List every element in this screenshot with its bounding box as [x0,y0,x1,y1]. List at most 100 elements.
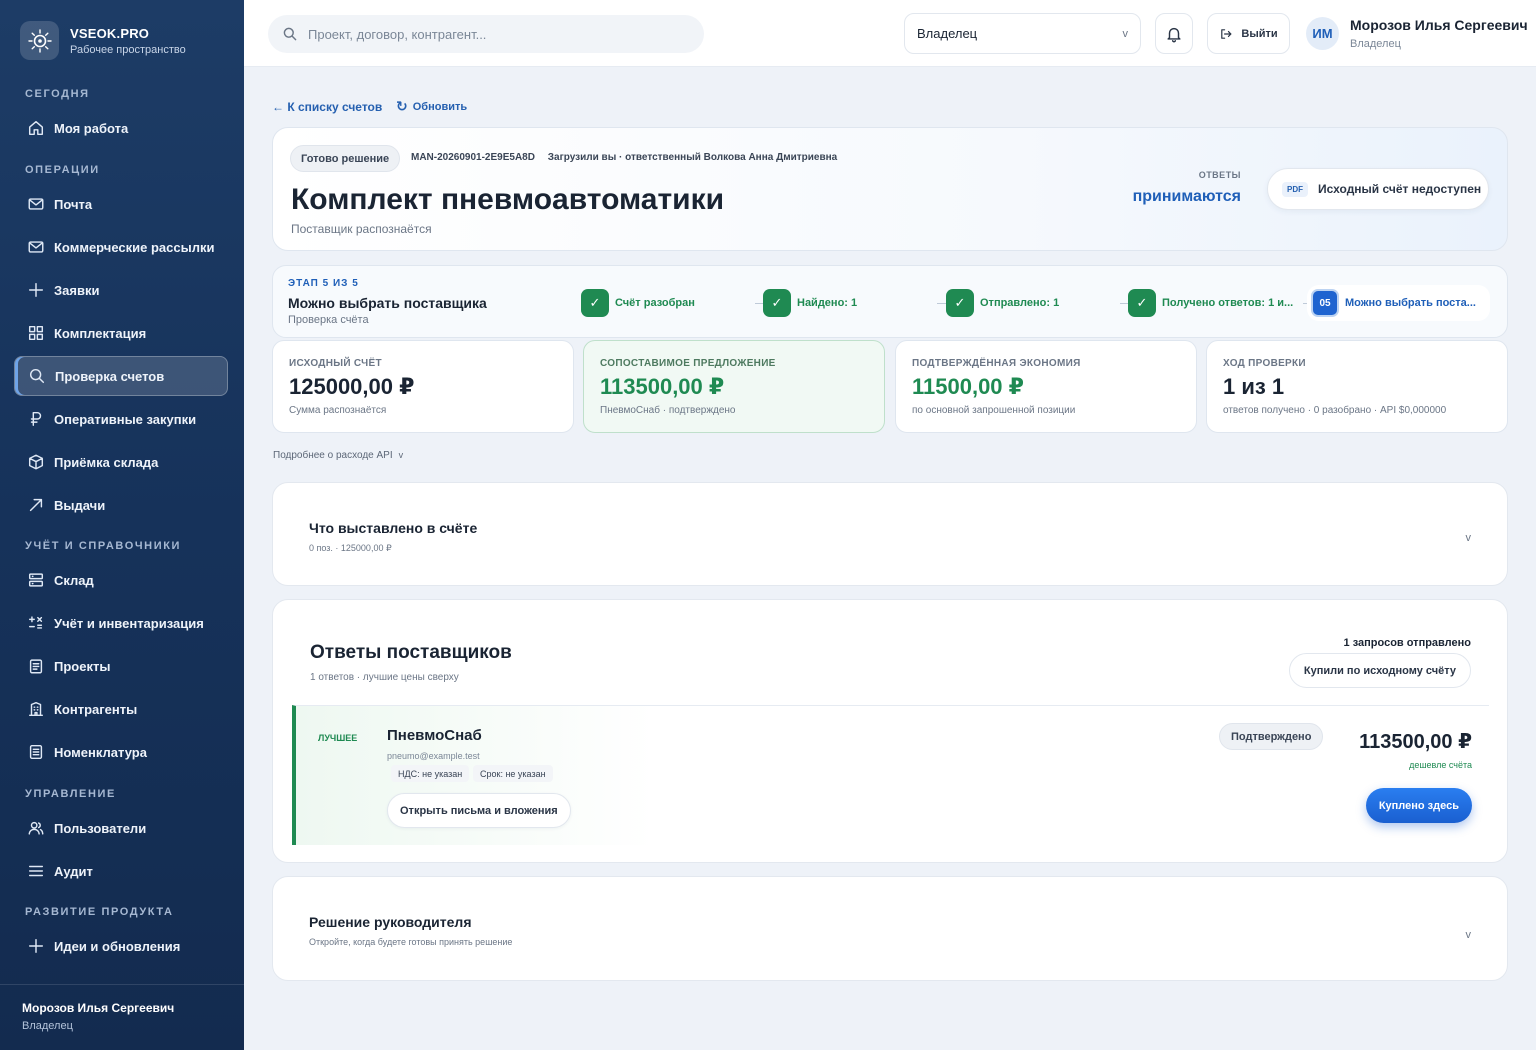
metric-confirmed-savings: ПОДТВЕРЖДЁННАЯ ЭКОНОМИЯ 11500,00 ₽ по ос… [895,340,1197,433]
term-chip: Срок: не указан [473,765,553,782]
manager-decision-panel[interactable]: Решение руководителя Откройте, когда буд… [272,876,1508,981]
step-3[interactable]: ✓ Отправлено: 1 [946,289,1059,317]
stage-title: Можно выбрать поставщика [288,295,487,311]
search-box[interactable] [268,15,704,53]
supplier-responses-panel: Ответы поставщиков 1 ответов · лучшие це… [272,599,1508,863]
sidebar-item-mail[interactable]: Почта [14,184,228,224]
sidebar-item-counterparties[interactable]: Контрагенты [14,689,228,729]
sidebar-item-label: Выдачи [54,497,106,513]
open-mail-button[interactable]: Открыть письма и вложения [387,793,571,828]
check-icon: ✓ [763,289,791,317]
chevron-down-icon[interactable]: v [1466,532,1472,544]
stage-subtitle: Проверка счёта [288,314,369,326]
sidebar-item-issues[interactable]: Выдачи [14,485,228,525]
sidebar-item-ideas[interactable]: Идеи и обновления [14,926,228,966]
grid-icon [26,323,46,343]
logout-button[interactable]: Выйти [1207,13,1290,54]
back-to-invoices-link[interactable]: ← К списку счетов [272,100,382,114]
avatar[interactable]: ИМ [1306,17,1339,50]
sidebar-item-requests[interactable]: Заявки [14,270,228,310]
chevron-down-icon: v [1122,27,1129,40]
vat-chip: НДС: не указан [391,765,470,782]
sidebar-item-warehouse-receipt[interactable]: Приёмка склада [14,442,228,482]
step-4[interactable]: ✓ Получено ответов: 1 и... [1128,289,1293,317]
sidebar-user[interactable]: Морозов Илья Сергеевич Владелец [0,984,244,1048]
sidebar-item-nomenclature[interactable]: Номенклатура [14,732,228,772]
stage-label: ЭТАП 5 ИЗ 5 [288,278,359,289]
bought-here-button[interactable]: Куплено здесь [1365,788,1472,823]
sidebar-item-kitting[interactable]: Комплектация [14,313,228,353]
check-icon: ✓ [581,289,609,317]
api-usage-label: Подробнее о расходе API [273,450,393,461]
metric-value: 11500,00 ₽ [912,374,1024,399]
supplier-row: ЛУЧШЕЕ ПневмоСнаб pneumo@example.test НД… [292,705,1489,845]
sidebar: VSEOK.PRO Рабочее пространство СЕГОДНЯ М… [0,0,244,1050]
sidebar-item-quick-purchases[interactable]: Оперативные закупки [14,399,228,439]
users-icon [26,818,46,838]
box-icon [26,452,46,472]
section-product: РАЗВИТИЕ ПРОДУКТА [25,906,174,918]
invoice-code: MAN-20260901-2E9E5A8D [411,152,535,163]
best-badge: ЛУЧШЕЕ [318,733,358,743]
metric-original-invoice: ИСХОДНЫЙ СЧЁТ 125000,00 ₽ Сумма распозна… [272,340,574,433]
step-label: Отправлено: 1 [980,297,1060,309]
pdf-icon: PDF [1282,181,1308,197]
sidebar-item-label: Проекты [54,658,111,674]
role-select[interactable]: Владелец v [904,13,1141,54]
api-usage-toggle[interactable]: Подробнее о расходе API v [273,450,403,461]
answers-label: ОТВЕТЫ [1198,170,1241,180]
supplier-email: pneumo@example.test [387,751,480,761]
bought-original-button[interactable]: Купили по исходному счёту [1288,653,1471,688]
refresh-button[interactable]: ↻ Обновить [396,98,467,115]
sidebar-item-my-work[interactable]: Моя работа [14,108,228,148]
step-1[interactable]: ✓ Счёт разобран [581,289,695,317]
section-operations: ОПЕРАЦИИ [25,164,100,176]
page-subtitle: Поставщик распознаётся [291,222,432,236]
metric-value: 125000,00 ₽ [289,374,415,399]
sidebar-item-audit[interactable]: Аудит [14,851,228,891]
step-number: 05 [1311,289,1339,317]
user-info[interactable]: Морозов Илья Сергеевич Владелец [1350,17,1528,50]
sidebar-item-newsletters[interactable]: Коммерческие рассылки [14,227,228,267]
sidebar-item-inventory[interactable]: Учёт и инвентаризация [14,603,228,643]
sidebar-item-warehouse[interactable]: Склад [14,560,228,600]
metric-label: СОПОСТАВИМОЕ ПРЕДЛОЖЕНИЕ [600,358,776,369]
home-icon [26,118,46,138]
search-input[interactable] [308,26,688,42]
invoice-items-panel[interactable]: Что выставлено в счёте 0 поз. · 125000,0… [272,482,1508,586]
metric-label: ПОДТВЕРЖДЁННАЯ ЭКОНОМИЯ [912,358,1081,369]
status-badge: Готово решение [290,145,401,172]
sidebar-item-invoice-check[interactable]: Проверка счетов [14,356,228,396]
section-accounting: УЧЁТ И СПРАВОЧНИКИ [25,540,182,552]
brand[interactable]: VSEOK.PRO Рабочее пространство [20,21,186,60]
supplier-price: 113500,00 ₽ [1359,731,1472,753]
responses-title: Ответы поставщиков [310,642,512,663]
logout-icon [1221,28,1232,39]
notifications-button[interactable] [1155,13,1193,54]
user-name: Морозов Илья Сергеевич [1350,17,1528,33]
answers-status: принимаются [1132,188,1241,205]
chevron-down-icon[interactable]: v [1466,929,1472,941]
mail-icon [26,237,46,257]
step-2[interactable]: ✓ Найдено: 1 [763,289,857,317]
calculator-icon [26,613,46,633]
confirmed-badge: Подтверждено [1219,723,1324,750]
section-today: СЕГОДНЯ [25,88,90,100]
sidebar-item-users[interactable]: Пользователи [14,808,228,848]
step-5[interactable]: 05 Можно выбрать поста... [1311,289,1486,317]
sidebar-item-projects[interactable]: Проекты [14,646,228,686]
metric-note: ответов получено · 0 разобрано · API $0,… [1223,405,1447,416]
plus-icon [26,280,46,300]
brand-subtitle: Рабочее пространство [70,43,186,56]
ruble-icon [26,409,46,429]
invoice-header-card: Готово решение MAN-20260901-2E9E5A8D Заг… [272,127,1508,251]
original-invoice-button[interactable]: PDF Исходный счёт недоступен [1267,168,1489,210]
metric-value: 1 из 1 [1223,374,1285,399]
refresh-icon: ↻ [396,98,408,114]
stage-progress: ЭТАП 5 ИЗ 5 Можно выбрать поставщика Про… [272,265,1508,338]
bell-icon [1167,27,1181,42]
metric-comparable-offer: СОПОСТАВИМОЕ ПРЕДЛОЖЕНИЕ 113500,00 ₽ Пне… [583,340,885,433]
panel-title: Что выставлено в счёте [309,520,478,536]
metric-note: по основной запрошенной позиции [912,405,1076,416]
section-management: УПРАВЛЕНИЕ [25,788,116,800]
